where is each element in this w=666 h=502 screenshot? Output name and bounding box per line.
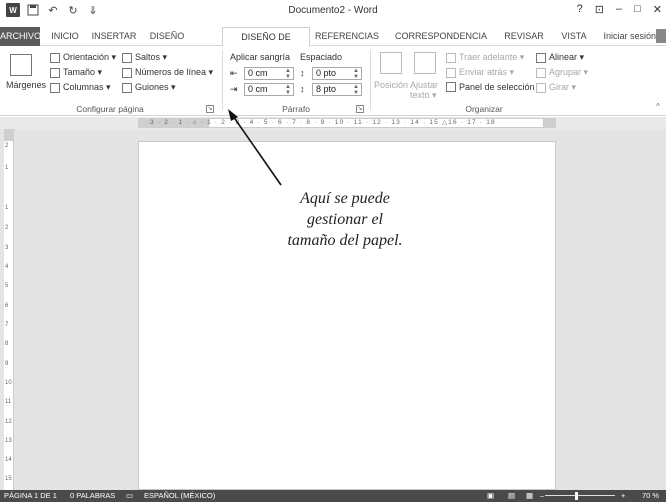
annotation-arrow [228, 109, 282, 186]
web-layout-icon[interactable]: ▦ [526, 490, 533, 502]
status-bar: PÁGINA 1 DE 1 0 PALABRAS ▭ ESPAÑOL (MÉXI… [0, 490, 666, 502]
annotation-line: gestionar el [307, 211, 383, 228]
zoom-slider[interactable] [545, 495, 615, 496]
annotation-line: tamaño del papel. [287, 232, 403, 249]
zoom-slider-thumb[interactable] [575, 492, 578, 500]
zoom-in-icon[interactable]: + [621, 490, 625, 502]
language-status[interactable]: ESPAÑOL (MÉXICO) [144, 490, 215, 502]
zoom-out-icon[interactable]: – [540, 490, 544, 502]
annotation-line: Aquí se puede [300, 190, 390, 207]
proofing-icon[interactable]: ▭ [126, 490, 133, 502]
read-mode-icon[interactable]: ▣ [487, 490, 494, 502]
print-layout-icon[interactable]: ▤ [508, 490, 515, 502]
zoom-level[interactable]: 70 % [642, 490, 659, 502]
annotation-text: Aquí se puede gestionar el tamaño del pa… [270, 188, 420, 251]
page-count[interactable]: PÁGINA 1 DE 1 [4, 490, 57, 502]
word-count[interactable]: 0 PALABRAS [70, 490, 115, 502]
